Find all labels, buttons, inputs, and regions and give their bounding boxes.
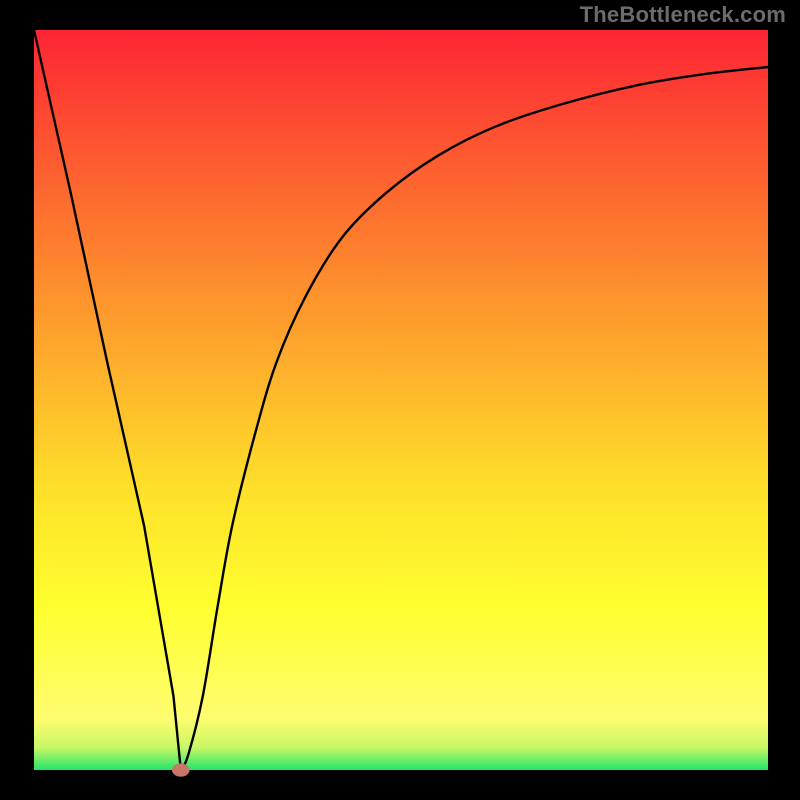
optimal-point-marker — [172, 763, 190, 776]
chart-frame: TheBottleneck.com — [0, 0, 800, 800]
plot-background — [34, 30, 768, 770]
chart-svg — [0, 0, 800, 800]
